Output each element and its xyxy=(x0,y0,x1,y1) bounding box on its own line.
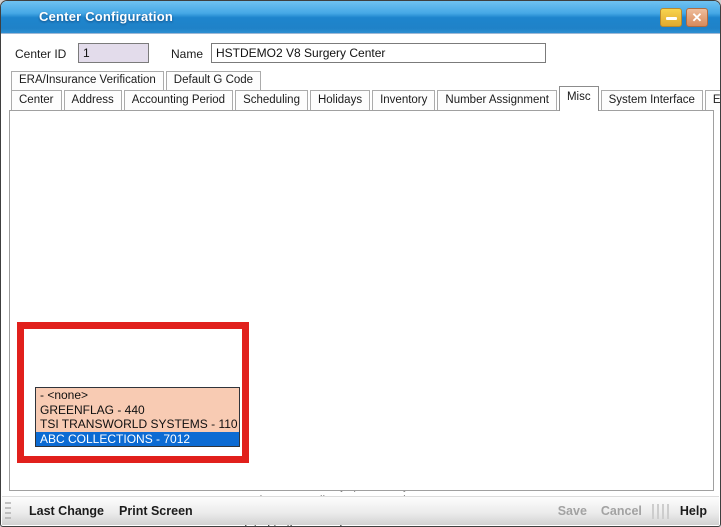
tab-number-assignment[interactable]: Number Assignment xyxy=(437,90,557,111)
grip-handle-icon xyxy=(5,502,11,520)
help-button[interactable]: Help xyxy=(680,504,707,518)
tab-default-g-code[interactable]: Default G Code xyxy=(166,71,261,90)
tab-era-insurance-verification[interactable]: ERA/Insurance Verification xyxy=(11,71,164,90)
dropdown-option-abc-collections[interactable]: ABC COLLECTIONS - 7012 xyxy=(36,432,239,447)
close-button[interactable]: ✕ xyxy=(686,8,708,27)
tab-misc[interactable]: Misc xyxy=(559,86,599,111)
tab-center[interactable]: Center xyxy=(11,90,62,111)
window-title: Center Configuration xyxy=(39,9,173,24)
dropdown-option-tsi-transworld[interactable]: TSI TRANSWORLD SYSTEMS - 110 xyxy=(36,417,239,432)
tab-row-secondary: ERA/Insurance Verification Default G Cod… xyxy=(11,71,263,90)
center-id-label: Center ID xyxy=(15,47,66,61)
center-id-field[interactable]: 1 xyxy=(78,43,149,63)
last-change-button[interactable]: Last Change xyxy=(29,504,104,518)
tab-row-primary: Center Address Accounting Period Schedul… xyxy=(11,89,721,111)
title-bar: Center Configuration ✕ xyxy=(1,1,720,34)
collection-agency-dropdown-list: - <none> GREENFLAG - 440 TSI TRANSWORLD … xyxy=(35,387,240,447)
close-icon: ✕ xyxy=(687,10,707,26)
cancel-button: Cancel xyxy=(601,504,642,518)
tab-holidays[interactable]: Holidays xyxy=(310,90,370,111)
tab-accounting-period[interactable]: Accounting Period xyxy=(124,90,233,111)
minimize-icon xyxy=(666,17,677,20)
center-configuration-dialog: Center Configuration ✕ Center ID 1 Name … xyxy=(0,0,721,527)
dropdown-option-greenflag[interactable]: GREENFLAG - 440 xyxy=(36,403,239,418)
tab-ecs-claim[interactable]: ECS Claim xyxy=(705,90,721,111)
status-bar: Last Change Print Screen Save Cancel Hel… xyxy=(2,496,719,525)
tab-address[interactable]: Address xyxy=(64,90,122,111)
minimize-button[interactable] xyxy=(660,8,682,27)
statusbar-separator xyxy=(652,504,672,519)
tab-system-interface[interactable]: System Interface xyxy=(601,90,703,111)
tab-inventory[interactable]: Inventory xyxy=(372,90,435,111)
print-screen-button[interactable]: Print Screen xyxy=(119,504,193,518)
name-label: Name xyxy=(171,47,203,61)
dropdown-option-none[interactable]: - <none> xyxy=(36,388,239,403)
name-field[interactable]: HSTDEMO2 V8 Surgery Center xyxy=(211,43,546,63)
save-button: Save xyxy=(558,504,587,518)
tab-scheduling[interactable]: Scheduling xyxy=(235,90,308,111)
